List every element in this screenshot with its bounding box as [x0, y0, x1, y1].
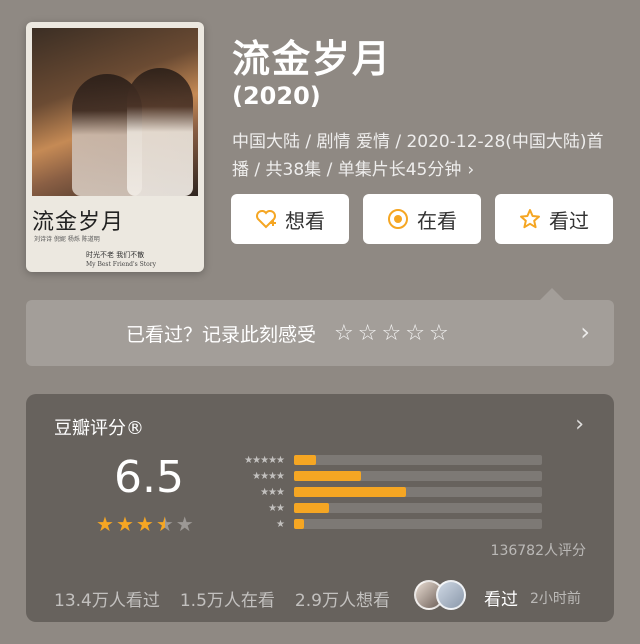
poster-credits: 刘诗诗 倪妮 杨烁 陈道明: [34, 236, 100, 243]
show-title: 流金岁月: [232, 37, 393, 81]
record-pointer: [540, 288, 564, 300]
want-to-watch-button[interactable]: 想看: [231, 194, 349, 244]
friend-avatars[interactable]: [414, 580, 466, 610]
watching-label: 在看: [417, 208, 457, 233]
chevron-right-icon[interactable]: ›: [575, 412, 584, 437]
distribution-bar-fill: [294, 487, 406, 497]
star-outline-icon[interactable]: ☆: [381, 321, 401, 346]
distribution-row: ★★: [222, 500, 542, 516]
rating-count: 136782人评分: [490, 543, 586, 559]
poster-title: 流金岁月: [32, 210, 125, 235]
watched-label: 看过: [549, 208, 589, 233]
record-star-rating[interactable]: ☆ ☆ ☆ ☆ ☆: [334, 321, 449, 346]
record-feeling-banner[interactable]: 已看过？记录此刻感受 ☆ ☆ ☆ ☆ ☆ ›: [26, 300, 614, 366]
rating-stars: ★ ★ ★ ★ ★: [96, 512, 194, 536]
poster-image[interactable]: 流金岁月 刘诗诗 倪妮 杨烁 陈道明 时光不老 我们不散 My Best Fri…: [26, 22, 204, 272]
watched-count: 13.4万人看过: [54, 591, 160, 611]
action-buttons: 想看 在看 看过: [231, 194, 613, 244]
distribution-row: ★★★★: [222, 468, 542, 484]
rating-score: 6.5: [114, 452, 184, 503]
avatar: [436, 580, 466, 610]
distribution-star-label: ★★: [268, 502, 285, 514]
heart-plus-icon: [255, 209, 277, 229]
chevron-right-icon[interactable]: ›: [580, 318, 590, 346]
show-meta-link[interactable]: 中国大陆 / 剧情 爱情 / 2020-12-28(中国大陆)首播 / 共38集…: [232, 128, 612, 184]
distribution-bar-fill: [294, 503, 329, 513]
distribution-star-label: ★★★: [260, 486, 285, 498]
want-to-watch-label: 想看: [285, 208, 325, 233]
chevron-right-icon: ›: [467, 160, 475, 180]
distribution-bar-track: [294, 471, 542, 481]
star-outline-icon[interactable]: ☆: [334, 321, 354, 346]
poster-figure: [127, 68, 193, 196]
star-outline-icon[interactable]: ☆: [405, 321, 425, 346]
star-filled-icon: ★: [135, 512, 154, 536]
watched-button[interactable]: 看过: [495, 194, 613, 244]
record-feeling-label: 已看过？记录此刻感受: [126, 323, 317, 346]
distribution-bar-track: [294, 503, 542, 513]
friend-watched-time: 2小时前: [530, 591, 581, 607]
watching-count: 1.5万人在看: [179, 591, 275, 611]
distribution-bar-fill: [294, 471, 361, 481]
distribution-bar-track: [294, 487, 542, 497]
star-outline-icon[interactable]: ☆: [429, 321, 449, 346]
star-empty-icon: ★: [175, 512, 194, 536]
distribution-bar-fill: [294, 455, 316, 465]
distribution-row: ★: [222, 516, 542, 532]
star-filled-icon: ★: [115, 512, 134, 536]
rating-distribution: ★★★★★ ★★★★ ★★★ ★★ ★: [222, 452, 542, 532]
rating-header: 豆瓣评分®: [54, 418, 144, 439]
star-filled-icon: ★: [96, 512, 114, 536]
star-half-icon: ★: [155, 512, 174, 536]
poster-photo: [32, 28, 198, 196]
target-circle-icon: [387, 208, 409, 230]
distribution-bar-track: [294, 519, 542, 529]
want-count: 2.9万人想看: [294, 591, 390, 611]
star-outline-icon: [519, 208, 541, 230]
distribution-star-label: ★: [276, 518, 285, 530]
audience-stats: 13.4万人看过 1.5万人在看 2.9万人想看: [54, 586, 390, 611]
poster-subtitle: My Best Friend's Story: [86, 261, 157, 268]
show-year: (2020): [232, 82, 321, 110]
watching-button[interactable]: 在看: [363, 194, 481, 244]
distribution-row: ★★★★★: [222, 452, 542, 468]
friend-watched-label: 看过: [484, 590, 518, 610]
distribution-star-label: ★★★★★: [244, 454, 285, 466]
show-meta-text: 中国大陆 / 剧情 爱情 / 2020-12-28(中国大陆)首播 / 共38集…: [232, 132, 604, 180]
distribution-bar-track: [294, 455, 542, 465]
poster-tagline: 时光不老 我们不散: [86, 251, 145, 259]
douban-rating-card[interactable]: 豆瓣评分® › 6.5 ★ ★ ★ ★ ★ ★★★★★ ★★★★ ★★★ ★★ ★ 136782…: [26, 394, 614, 622]
star-outline-icon[interactable]: ☆: [358, 321, 378, 346]
distribution-bar-fill: [294, 519, 304, 529]
distribution-row: ★★★: [222, 484, 542, 500]
distribution-star-label: ★★★★: [252, 470, 285, 482]
